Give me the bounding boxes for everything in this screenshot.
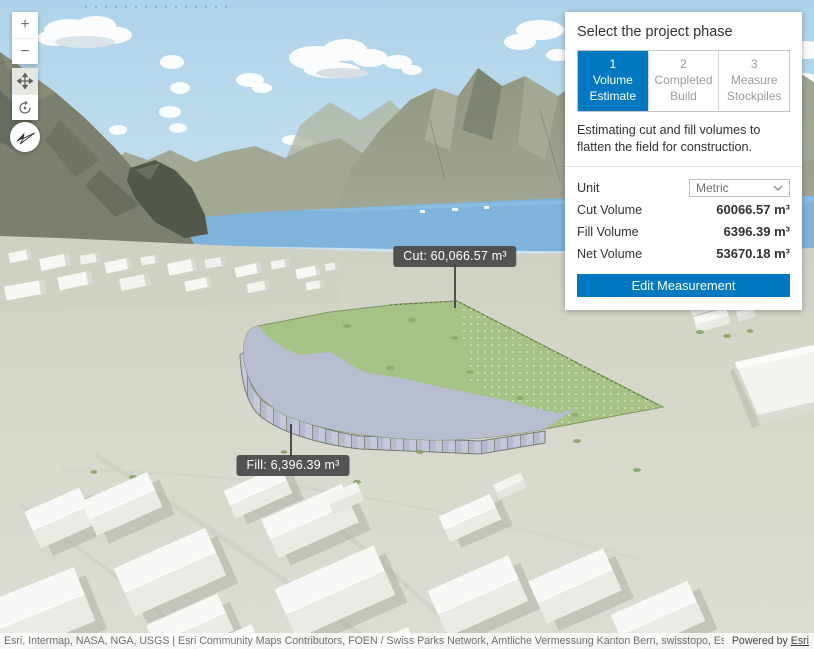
tab-number: 2 [652,57,716,72]
fill-volume-label: Fill Volume [577,225,639,239]
cut-volume-label: Cut Volume [577,203,642,217]
net-volume-row: Net Volume 53670.18 m³ [577,243,790,264]
phase-tabs: 1 Volume Estimate 2 Completed Build 3 Me… [577,50,790,112]
cut-volume-tooltip: Cut: 60,066.57 m³ [393,246,516,267]
net-volume-value: 53670.18 m³ [716,246,790,261]
rotate-icon [17,100,33,116]
cut-volume-row: Cut Volume 60066.57 m³ [577,199,790,220]
cut-leader-line [454,264,456,308]
pan-icon [17,73,33,89]
tab-label: Measure Stockpiles [722,73,786,104]
panel-divider [565,166,802,167]
panel-title: Select the project phase [577,24,790,40]
fill-volume-row: Fill Volume 6396.39 m³ [577,221,790,242]
plus-icon: + [20,17,29,33]
tab-volume-estimate[interactable]: 1 Volume Estimate [578,51,648,111]
tab-completed-build[interactable]: 2 Completed Build [648,51,719,111]
navigation-controls [12,68,38,120]
phase-panel: Select the project phase 1 Volume Estima… [565,12,802,310]
tab-number: 1 [581,57,645,72]
edit-measurement-button[interactable]: Edit Measurement [577,274,790,297]
net-volume-label: Net Volume [577,247,642,261]
rotate-button[interactable] [12,94,38,120]
zoom-controls: + − [12,12,38,64]
compass-button[interactable] [10,122,40,152]
unit-select[interactable]: Metric [689,179,790,197]
unit-value: Metric [696,181,729,195]
fill-volume-tooltip: Fill: 6,396.39 m³ [236,455,349,476]
powered-by: Powered by Esri [724,635,809,647]
shore-band [0,244,340,312]
cut-volume-value: 60066.57 m³ [716,202,790,217]
pan-button[interactable] [12,68,38,94]
tab-label: Volume Estimate [581,73,645,104]
tab-measure-stockpiles[interactable]: 3 Measure Stockpiles [718,51,789,111]
powered-by-text: Powered by [732,635,791,647]
unit-label: Unit [577,181,599,195]
zoom-out-button[interactable]: − [12,38,38,64]
esri-link[interactable]: Esri [791,635,809,647]
zoom-in-button[interactable]: + [12,12,38,38]
phase-description: Estimating cut and fill volumes to flatt… [577,122,790,155]
chevron-down-icon [773,185,783,191]
fill-volume-value: 6396.39 m³ [724,224,791,239]
minus-icon: − [20,44,29,60]
attribution-bar: Esri, Intermap, NASA, NGA, USGS | Esri C… [0,633,814,649]
tab-label: Completed Build [652,73,716,104]
unit-row: Unit Metric [577,177,790,198]
tab-number: 3 [722,57,786,72]
compass-icon [12,124,38,150]
fill-leader-line [290,424,292,457]
scene-viewer: Cut: 60,066.57 m³ Fill: 6,396.39 m³ + − [0,0,814,649]
attribution-sources: Esri, Intermap, NASA, NGA, USGS | Esri C… [4,635,724,647]
